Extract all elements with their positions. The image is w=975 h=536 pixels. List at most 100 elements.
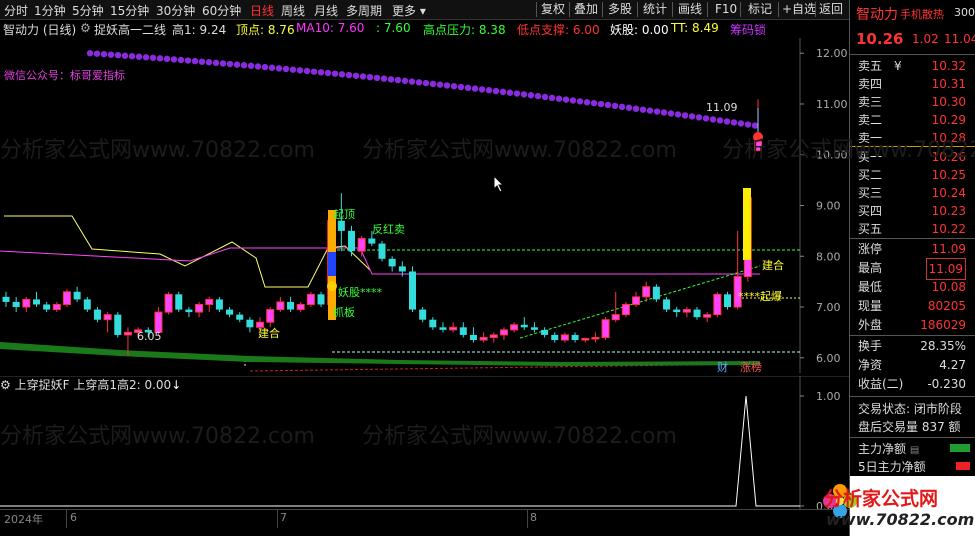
purple-dot (646, 107, 654, 114)
stock-name: 智动力 (856, 7, 898, 23)
bid-row[interactable]: 买五 10.22 (858, 219, 970, 239)
purple-dot (464, 84, 472, 92)
overlay-button[interactable]: 叠加 (574, 0, 598, 19)
purple-dot (408, 78, 416, 85)
purple-dot (660, 109, 668, 116)
purple-dot (226, 60, 234, 68)
stock-code: 300 (954, 6, 975, 19)
candle-body-up (164, 293, 173, 313)
candle-body-down (398, 266, 406, 272)
bid-row[interactable]: 买一 10.26 (858, 147, 970, 167)
stat-row-limit-up: 涨停 11.09 (858, 239, 970, 259)
wechat-label: 微信公众号：标哥爱指标 (4, 69, 125, 82)
purple-dot (583, 99, 591, 106)
purple-dot (317, 69, 325, 76)
tab-5min[interactable]: 5分钟 (72, 2, 104, 19)
purple-dot (597, 100, 605, 108)
main-net-label: 主力净额 ▤ (858, 440, 919, 457)
jianhe-label-2: 建合 (762, 259, 784, 272)
purple-dot (240, 62, 248, 69)
indicator-name[interactable]: 捉妖高一二线 (94, 21, 166, 38)
indicator-gear-icon[interactable]: ⚙ (80, 21, 91, 35)
tab-intraday[interactable]: 分时 (4, 2, 28, 19)
tab-1min[interactable]: 1分钟 (34, 2, 66, 19)
main-net-text: 主力净额 (858, 442, 907, 456)
ask-row[interactable]: 卖三 10.30 (858, 92, 970, 112)
candle-body-up (62, 291, 71, 305)
purple-dot (436, 81, 444, 88)
finance-badge[interactable]: 财 (717, 359, 728, 375)
candlestick-chart[interactable]: 12.00 11.00 10.00 9.00 8.00 7.00 6.00 (0, 38, 849, 373)
tab-daily[interactable]: 日线 (250, 2, 274, 19)
purple-dot (450, 83, 458, 90)
ask-row[interactable]: 卖二 10.29 (858, 110, 970, 130)
logo-url: www.70822.com (826, 510, 975, 529)
tab-60min[interactable]: 60分钟 (202, 2, 241, 19)
main-net-5d-bar (956, 462, 970, 470)
statistics-button[interactable]: 统计 (643, 0, 667, 19)
candle-body-down (571, 334, 579, 341)
settings-gear-icon[interactable]: ⚙ (0, 378, 11, 392)
mouse-cursor-icon (493, 175, 505, 193)
qiding-label: 起顶 (333, 208, 355, 221)
ask-vol: ¥ (894, 59, 902, 73)
bid-row[interactable]: 买二 10.25 (858, 165, 970, 185)
candle-body-up (591, 336, 600, 340)
stat-label: 换手 (858, 339, 883, 353)
bid-row[interactable]: 买三 10.24 (858, 183, 970, 203)
purple-dot (303, 67, 311, 75)
purple-dot (499, 88, 507, 96)
ask-row[interactable]: 卖一 10.28 (858, 128, 970, 148)
add-watchlist-button[interactable]: +自选 (782, 0, 816, 19)
concept-tag[interactable]: 手机散热 (900, 6, 944, 22)
quote-panel: 智动力 手机散热 300 10.26 1.02 11.04 卖五 ¥10.32 卖… (823, 0, 975, 536)
candle-body-up (296, 303, 305, 311)
ask-row[interactable]: 卖四 10.31 (858, 74, 970, 94)
tab-more-label: 更多 (392, 4, 417, 18)
mark-button[interactable]: 标记 (748, 0, 772, 19)
purple-dot (219, 60, 227, 67)
purple-dot (254, 63, 262, 70)
candle-body-down (175, 294, 183, 310)
main-net-bar (950, 444, 970, 452)
stat-value: 10.08 (931, 280, 966, 294)
tab-30min[interactable]: 30分钟 (156, 2, 195, 19)
purple-dot (674, 111, 682, 118)
candle-body-down (693, 309, 701, 318)
date-axis: 2024年 6 7 8 (0, 509, 849, 528)
trade-status: 交易状态: 闭市阶段 (858, 402, 962, 416)
stat-row-outer: 外盘 186029 (858, 315, 970, 335)
tab-monthly[interactable]: 月线 (314, 2, 338, 19)
limit-up-bar-blue (328, 252, 336, 276)
purple-dot (541, 93, 549, 101)
candle-body-down (551, 334, 559, 341)
stat-value: -0.230 (927, 377, 966, 391)
tab-multi-period[interactable]: 多周期 (346, 2, 382, 19)
back-button[interactable]: 返回 (819, 0, 843, 19)
purple-dot (611, 102, 619, 110)
sub-indicator-name[interactable]: 上穿捉妖F (15, 378, 70, 392)
candle-body-down (348, 230, 356, 252)
breakout-bar (743, 188, 751, 260)
bid-row[interactable]: 买四 10.23 (858, 201, 970, 221)
adjust-button[interactable]: 复权 (541, 0, 565, 19)
purple-dot (422, 79, 430, 87)
purple-dot (737, 120, 745, 127)
purple-dot (716, 117, 724, 124)
purple-dot (604, 101, 612, 109)
tab-weekly[interactable]: 周线 (281, 2, 305, 19)
ask-row[interactable]: 卖五 ¥10.32 (858, 56, 970, 76)
candle-body-up (510, 324, 519, 331)
draw-line-button[interactable]: 画线 (678, 0, 702, 19)
candle-body-down (287, 301, 295, 310)
multi-stock-button[interactable]: 多股 (608, 0, 632, 19)
tab-more[interactable]: 更多 ▾ (392, 2, 426, 19)
sub-indicator-chart[interactable]: 1.000.00 (0, 376, 849, 509)
f10-button[interactable]: F10 (715, 0, 737, 19)
list-icon[interactable]: ▤ (910, 445, 919, 456)
purple-dot (387, 76, 395, 83)
stock-period-label: 智动力 (日线) (3, 23, 77, 37)
tab-15min[interactable]: 15分钟 (110, 2, 149, 19)
rise-list-badge[interactable]: 涨榜 (740, 359, 762, 375)
candle-body-down (114, 314, 122, 335)
